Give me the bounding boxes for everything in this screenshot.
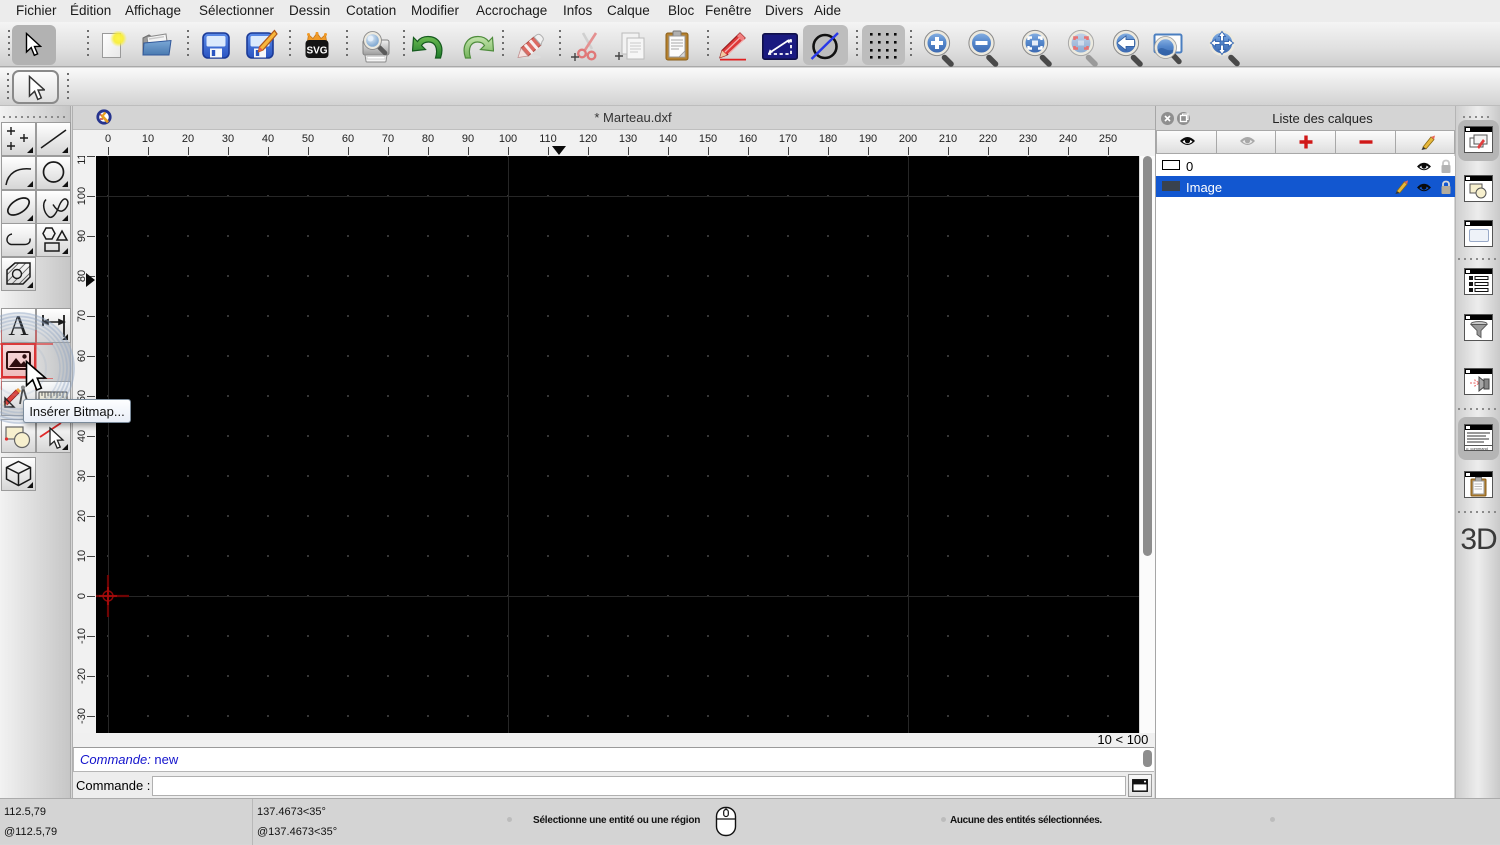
svg-text:SVG: SVG	[306, 46, 327, 57]
svg-text:A: A	[8, 311, 29, 342]
